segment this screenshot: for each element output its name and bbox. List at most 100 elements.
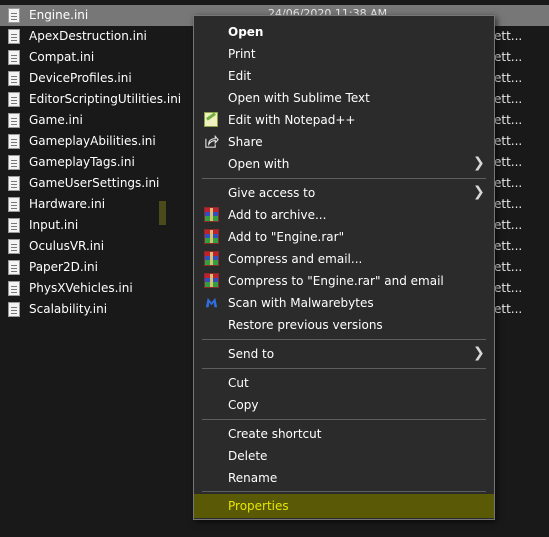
malwarebytes-icon — [205, 297, 218, 308]
menu-item-label: Restore previous versions — [228, 318, 383, 332]
file-name: OculusVR.ini — [29, 239, 105, 253]
file-type: ett... — [494, 29, 523, 43]
menu-item-label: Send to — [228, 347, 275, 361]
ini-file-icon — [8, 155, 20, 170]
menu-item-label: Print — [228, 47, 256, 61]
file-name: DeviceProfiles.ini — [29, 71, 132, 85]
ini-file-icon — [8, 71, 20, 86]
menu-item-label: Give access to — [228, 186, 316, 200]
file-name: GameUserSettings.ini — [29, 176, 160, 190]
menu-item-label: Properties — [228, 499, 289, 513]
menu-item-label: Copy — [228, 398, 259, 412]
menu-item-label: Edit with Notepad++ — [228, 113, 356, 127]
winrar-icon — [204, 207, 219, 222]
render-artifact — [159, 201, 166, 225]
file-type: ett... — [494, 302, 523, 316]
menu-item-label: Open with — [228, 157, 290, 171]
menu-item-open[interactable]: Open — [194, 21, 494, 43]
menu-item-delete[interactable]: Delete — [194, 445, 494, 467]
menu-item-add-rar[interactable]: Add to "Engine.rar" — [194, 226, 494, 248]
ini-file-icon — [8, 50, 20, 65]
file-name: GameplayAbilities.ini — [29, 134, 156, 148]
menu-item-edit-notepad[interactable]: Edit with Notepad++ — [194, 109, 494, 131]
menu-item-copy[interactable]: Copy — [194, 394, 494, 416]
menu-item-label: Create shortcut — [228, 427, 322, 441]
ini-file-icon — [8, 197, 20, 212]
file-type: ett... — [494, 260, 523, 274]
context-menu: Open Print Edit Open with Sublime Text E… — [193, 15, 495, 520]
file-name: Scalability.ini — [29, 302, 108, 316]
file-type: ett... — [494, 71, 523, 85]
menu-item-label: Open with Sublime Text — [228, 91, 370, 105]
chevron-right-icon: ❯ — [473, 155, 485, 171]
menu-item-print[interactable]: Print — [194, 43, 494, 65]
menu-item-label: Share — [228, 135, 263, 149]
winrar-icon — [204, 273, 219, 288]
file-type: ett... — [494, 239, 523, 253]
menu-item-cut[interactable]: Cut — [194, 372, 494, 394]
menu-item-compress-rar-email[interactable]: Compress to "Engine.rar" and email — [194, 270, 494, 292]
menu-separator — [202, 368, 486, 369]
ini-file-icon — [8, 29, 20, 44]
menu-separator — [202, 491, 486, 492]
file-name: EditorScriptingUtilities.ini — [29, 92, 182, 106]
file-type: ett... — [494, 50, 523, 64]
file-name: ApexDestruction.ini — [29, 29, 147, 43]
file-type: ett... — [494, 197, 523, 211]
menu-item-rename[interactable]: Rename — [194, 467, 494, 489]
menu-item-properties[interactable]: Properties — [194, 494, 494, 518]
file-type: ett... — [494, 92, 523, 106]
notepad-plus-plus-icon — [204, 112, 218, 127]
menu-item-label: Rename — [228, 471, 278, 485]
file-name: Hardware.ini — [29, 197, 106, 211]
file-name: Compat.ini — [29, 50, 95, 64]
ini-file-icon — [8, 92, 20, 107]
ini-file-icon — [8, 302, 20, 317]
menu-item-restore-versions[interactable]: Restore previous versions — [194, 314, 494, 336]
menu-item-label: Delete — [228, 449, 268, 463]
ini-file-icon — [8, 260, 20, 275]
ini-file-icon — [8, 113, 20, 128]
file-name: Input.ini — [29, 218, 79, 232]
menu-item-compress-email[interactable]: Compress and email... — [194, 248, 494, 270]
ini-file-icon — [8, 239, 20, 254]
file-type: ett... — [494, 281, 523, 295]
file-type: ett... — [494, 218, 523, 232]
menu-item-scan-malwarebytes[interactable]: Scan with Malwarebytes — [194, 292, 494, 314]
menu-separator — [202, 419, 486, 420]
menu-item-share[interactable]: Share — [194, 131, 494, 153]
file-type: ett... — [494, 134, 523, 148]
chevron-right-icon: ❯ — [473, 184, 485, 200]
file-type: ett... — [494, 155, 523, 169]
menu-item-label: Add to archive... — [228, 208, 327, 222]
menu-item-open-with[interactable]: Open with ❯ — [194, 153, 494, 175]
menu-item-open-sublime[interactable]: Open with Sublime Text — [194, 87, 494, 109]
file-type: ett... — [494, 176, 523, 190]
file-name: GameplayTags.ini — [29, 155, 135, 169]
file-name: Game.ini — [29, 113, 83, 127]
ini-file-icon — [8, 176, 20, 191]
file-type: ett... — [494, 113, 523, 127]
menu-item-give-access[interactable]: Give access to ❯ — [194, 182, 494, 204]
menu-item-label: Cut — [228, 376, 249, 390]
menu-item-label: Edit — [228, 69, 252, 83]
ini-file-icon — [8, 218, 20, 233]
chevron-right-icon: ❯ — [473, 345, 485, 361]
menu-item-add-archive[interactable]: Add to archive... — [194, 204, 494, 226]
ini-file-icon — [8, 134, 20, 149]
menu-separator — [202, 178, 486, 179]
menu-item-label: Compress to "Engine.rar" and email — [228, 274, 444, 288]
winrar-icon — [204, 251, 219, 266]
menu-item-label: Scan with Malwarebytes — [228, 296, 374, 310]
file-name: Paper2D.ini — [29, 260, 98, 274]
menu-item-edit[interactable]: Edit — [194, 65, 494, 87]
menu-item-label: Add to "Engine.rar" — [228, 230, 345, 244]
menu-separator — [202, 339, 486, 340]
menu-item-create-shortcut[interactable]: Create shortcut — [194, 423, 494, 445]
menu-item-send-to[interactable]: Send to ❯ — [194, 343, 494, 365]
file-name: Engine.ini — [29, 8, 89, 22]
menu-item-label: Open — [228, 25, 264, 39]
winrar-icon — [204, 229, 219, 244]
menu-item-label: Compress and email... — [228, 252, 363, 266]
share-icon — [205, 134, 219, 148]
